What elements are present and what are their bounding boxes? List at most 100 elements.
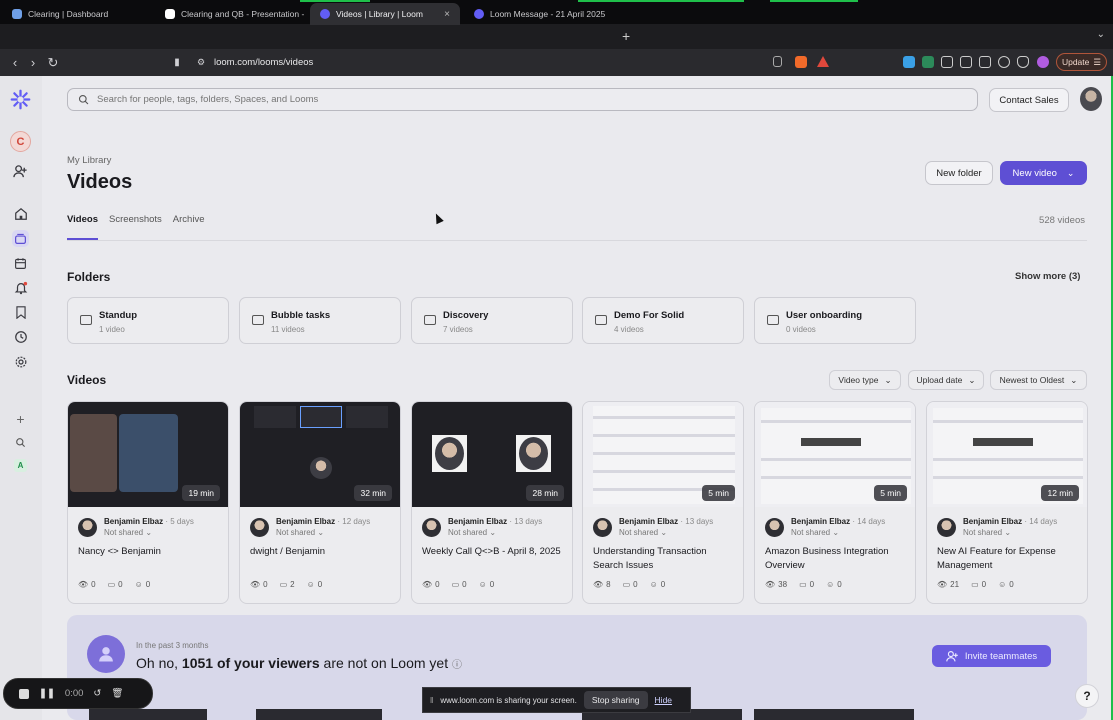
sharing-status[interactable]: Not shared ⌄ (619, 528, 667, 537)
puzzle-icon[interactable] (941, 56, 953, 68)
sharing-status[interactable]: Not shared ⌄ (791, 528, 839, 537)
browser-tab[interactable]: Clearing and QB - Presentation - (155, 3, 307, 25)
calendar-icon[interactable] (12, 255, 29, 272)
search-icon[interactable] (12, 434, 29, 451)
invite-teammates-button[interactable]: Invite teammates (932, 645, 1051, 667)
video-thumbnail[interactable]: 32 min (240, 402, 400, 507)
update-button[interactable]: Update ☰ (1056, 53, 1107, 71)
wallet-icon[interactable] (979, 56, 991, 68)
update-label: Update (1061, 57, 1090, 67)
video-type-filter[interactable]: Video type ⌄ (829, 370, 901, 390)
preview-row (761, 420, 911, 423)
forward-icon[interactable]: › (24, 55, 42, 70)
sharing-status[interactable]: Not shared ⌄ (276, 528, 324, 537)
sharing-status[interactable]: Not shared ⌄ (963, 528, 1011, 537)
video-title[interactable]: New AI Feature for Expense Management (937, 545, 1082, 573)
tab-videos[interactable]: Videos (67, 214, 98, 225)
video-thumbnail[interactable]: 12 min (927, 402, 1087, 507)
video-title[interactable]: Understanding Transaction Search Issues (593, 545, 738, 573)
video-card[interactable]: 28 min Benjamin Elbaz · 13 days Not shar… (411, 401, 573, 604)
bookmark-icon[interactable] (12, 304, 29, 321)
url-text[interactable]: loom.com/looms/videos (214, 57, 313, 68)
help-button[interactable]: ? (1075, 684, 1099, 708)
reload-icon[interactable]: ↻ (44, 55, 62, 71)
sort-order-filter[interactable]: Newest to Oldest ⌄ (990, 370, 1087, 390)
browser-tab[interactable]: Clearing | Dashboard (2, 3, 152, 25)
close-tab-icon[interactable]: × (444, 9, 450, 20)
video-thumbnail[interactable]: 5 min (755, 402, 915, 507)
back-icon[interactable]: ‹ (6, 55, 24, 70)
folder-icon (252, 315, 264, 325)
share-page-icon[interactable] (773, 56, 782, 67)
video-thumbnail[interactable]: 19 min (68, 402, 228, 507)
video-thumbnail[interactable]: 28 min (412, 402, 572, 507)
browser-tab[interactable]: Loom Message - 21 April 2025 (464, 3, 616, 25)
contact-sales-button[interactable]: Contact Sales (989, 88, 1069, 112)
workspace-badge[interactable]: A (14, 459, 27, 472)
show-more-folders-button[interactable]: Show more (3) (1015, 271, 1080, 282)
folder-card[interactable]: Bubble tasks 11 videos (239, 297, 401, 344)
loom-logo-icon[interactable] (10, 89, 31, 110)
sharing-status[interactable]: Not shared ⌄ (448, 528, 496, 537)
workspace-avatar[interactable]: C (10, 131, 31, 152)
video-title[interactable]: Weekly Call Q<>B - April 8, 2025 (422, 545, 567, 559)
brave-rewards-icon[interactable] (817, 56, 829, 67)
new-tab-button[interactable]: + (622, 28, 630, 44)
folder-card[interactable]: User onboarding 0 videos (754, 297, 916, 344)
tab-title: Loom Message - 21 April 2025 (490, 9, 606, 19)
search-bar[interactable] (67, 88, 978, 111)
video-card[interactable]: 32 min Benjamin Elbaz · 12 days Not shar… (239, 401, 401, 604)
video-title[interactable]: Amazon Business Integration Overview (765, 545, 910, 573)
video-title[interactable]: Nancy <> Benjamin (78, 545, 223, 559)
trash-icon[interactable]: 🗑 (111, 688, 123, 699)
stop-icon[interactable] (19, 688, 29, 699)
gear-icon[interactable] (12, 353, 29, 370)
new-folder-button[interactable]: New folder (925, 161, 993, 185)
leo-ai-icon[interactable] (998, 56, 1010, 68)
video-card[interactable]: 5 min Benjamin Elbaz · 14 days Not share… (754, 401, 916, 604)
search-input[interactable] (97, 94, 957, 105)
site-settings-icon[interactable]: ⚙ (192, 57, 210, 68)
pause-icon[interactable]: ❚❚ (39, 688, 55, 699)
info-icon[interactable]: ⓘ (452, 660, 462, 671)
clock-icon[interactable] (12, 328, 29, 345)
video-card[interactable]: 12 min Benjamin Elbaz · 14 days Not shar… (926, 401, 1088, 604)
extension-icon[interactable] (922, 56, 934, 68)
upload-date-filter[interactable]: Upload date ⌄ (908, 370, 984, 390)
folder-card[interactable]: Standup 1 video (67, 297, 229, 344)
video-title[interactable]: dwight / Benjamin (250, 545, 395, 559)
extension-icon[interactable] (903, 56, 915, 68)
sidebar-icon[interactable] (960, 56, 972, 68)
brave-shield-icon[interactable] (795, 56, 807, 68)
folder-card[interactable]: Demo For Solid 4 videos (582, 297, 744, 344)
bell-icon[interactable] (12, 279, 29, 296)
add-user-icon[interactable] (12, 163, 29, 180)
bookmark-page-icon[interactable]: ▮ (168, 57, 186, 68)
browser-tab-active[interactable]: Videos | Library | Loom × (310, 3, 460, 25)
sharing-status-label: Not shared (963, 528, 1003, 537)
tab-menu-chevron-icon[interactable]: ⌄ (1097, 29, 1105, 40)
video-thumbnail[interactable]: 5 min (583, 402, 743, 507)
folder-card[interactable]: Discovery 7 videos (411, 297, 573, 344)
new-video-button[interactable]: New video ⌄ (1000, 161, 1087, 185)
participant-tile (254, 406, 296, 428)
eye-icon: 👁 (250, 580, 261, 589)
vpn-shield-icon[interactable] (1017, 56, 1029, 68)
restart-icon[interactable]: ↺ (93, 688, 101, 699)
user-avatar[interactable] (1080, 87, 1102, 111)
sharing-status[interactable]: Not shared ⌄ (104, 528, 152, 537)
library-icon[interactable] (12, 230, 29, 247)
plus-icon[interactable]: + (12, 410, 29, 427)
home-icon[interactable] (12, 205, 29, 222)
breadcrumb[interactable]: My Library (67, 155, 111, 166)
video-card[interactable]: 19 min Benjamin Elbaz · 5 days Not share… (67, 401, 229, 604)
page-title: Videos (67, 171, 133, 193)
recording-indicator-line (300, 0, 370, 2)
tab-archive[interactable]: Archive (173, 214, 205, 225)
video-card[interactable]: 5 min Benjamin Elbaz · 13 days Not share… (582, 401, 744, 604)
tab-screenshots[interactable]: Screenshots (109, 214, 162, 225)
profile-icon[interactable] (1037, 56, 1049, 68)
stop-sharing-button[interactable]: Stop sharing (583, 691, 648, 709)
views-count: 21 (950, 580, 960, 589)
hide-link[interactable]: Hide (655, 695, 672, 705)
